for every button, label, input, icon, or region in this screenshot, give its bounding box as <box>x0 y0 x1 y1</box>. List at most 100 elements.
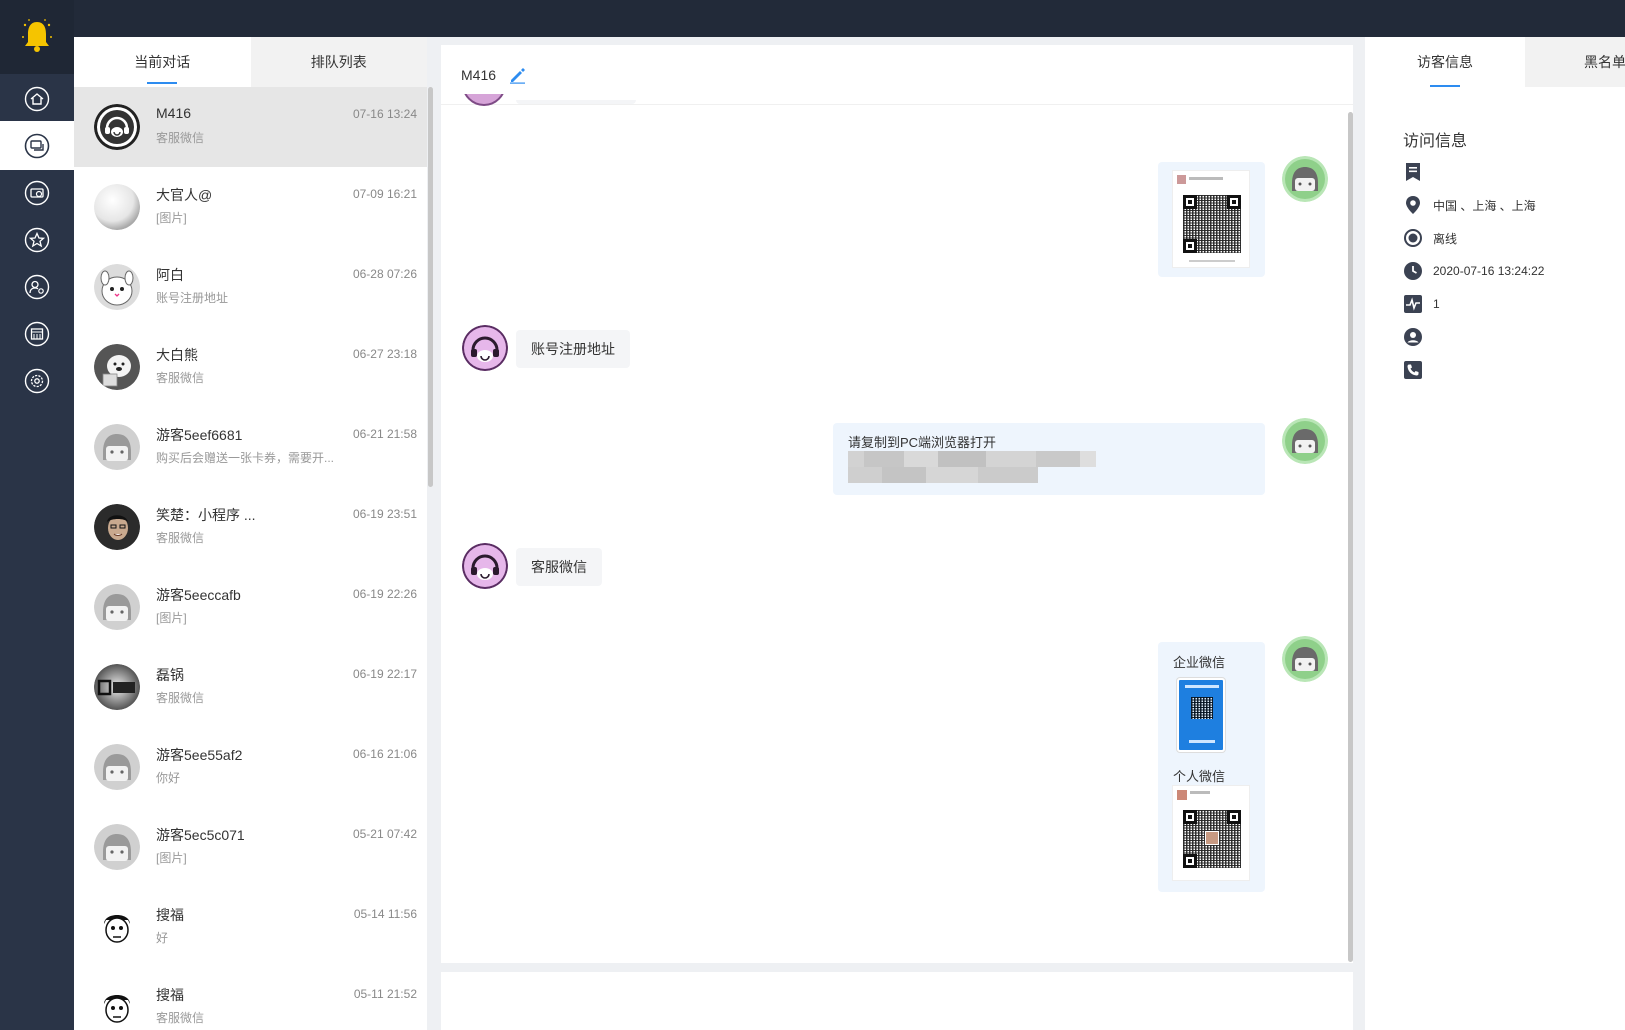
tab-visitor-info[interactable]: 访客信息 <box>1365 37 1525 87</box>
status-icon <box>1404 229 1422 247</box>
conversation-time: 07-16 13:24 <box>352 107 417 121</box>
conversation-preview: 客服微信 <box>156 691 205 705</box>
nav-chat[interactable] <box>0 121 74 170</box>
message-input-area[interactable] <box>441 972 1353 1030</box>
conversation-time: 06-27 23:18 <box>352 347 417 361</box>
chat-header: M416 <box>441 45 1353 105</box>
conversation-item[interactable]: 搜福 05-11 21:52 客服微信 <box>74 967 427 1030</box>
conversation-preview: 你好 <box>156 771 181 785</box>
avatar <box>94 104 140 150</box>
blur-block <box>904 451 938 467</box>
message-bubble-outgoing-cards[interactable]: 企业微信 个人微信 <box>1158 642 1265 892</box>
conversation-time: 06-19 22:17 <box>352 667 417 681</box>
message-avatar-partial <box>462 94 506 106</box>
conversation-preview: 客服微信 <box>156 131 205 145</box>
enterprise-wechat-qr <box>1177 678 1225 752</box>
info-row-user <box>1403 326 1423 348</box>
qr-finder <box>1227 810 1241 824</box>
avatar <box>94 184 140 230</box>
conversation-name: M416 <box>156 105 192 121</box>
user-settings-icon <box>24 274 50 299</box>
qr-header-bar <box>1190 791 1210 794</box>
conversation-time: 05-21 07:42 <box>352 827 417 841</box>
conversation-item[interactable]: 笑楚：小程序 ... 06-19 23:51 客服微信 <box>74 487 427 567</box>
edit-icon[interactable] <box>509 67 526 84</box>
message-image-qr[interactable] <box>1158 162 1265 277</box>
conversation-name: 阿白 <box>156 267 184 283</box>
blurred-link <box>848 451 1096 483</box>
conversation-name: 游客5ec5c071 <box>156 827 245 843</box>
star-icon <box>24 227 50 252</box>
customer-avatar <box>462 325 508 371</box>
conversation-preview: [图片] <box>156 611 187 625</box>
chat-icon <box>24 133 50 158</box>
personal-wechat-qr <box>1172 785 1250 881</box>
card-label: 企业微信 <box>1173 655 1226 670</box>
conversation-item[interactable]: 游客5ee55af2 06-16 21:06 你好 <box>74 727 427 807</box>
conversation-time: 06-16 21:06 <box>352 747 417 761</box>
qr-finder <box>1183 810 1197 824</box>
nav-visitors[interactable] <box>0 262 74 311</box>
message-text: 请复制到PC端浏览器打开 <box>848 435 997 450</box>
conversation-preview: 账号注册地址 <box>156 291 229 305</box>
home-icon <box>24 86 50 111</box>
visit-count-text: 1 <box>1433 297 1440 311</box>
tab-queue-list[interactable]: 排队列表 <box>250 37 427 87</box>
conversation-item[interactable]: 磊锅 06-19 22:17 客服微信 <box>74 647 427 727</box>
qr-pattern <box>1191 697 1213 719</box>
blur-block <box>978 467 1038 483</box>
agent-avatar <box>1282 636 1328 682</box>
conversation-item[interactable]: 游客5eef6681 06-21 21:58 购买后会赠送一张卡券，需要开... <box>74 407 427 487</box>
visit-info-title: 访问信息 <box>1403 133 1468 150</box>
avatar <box>94 744 140 790</box>
visitor-panel: 访客信息 黑名单 访问信息 中国 、上海 、上海 离线 2020-07-16 1… <box>1365 37 1625 1030</box>
nav-favorites[interactable] <box>0 215 74 264</box>
conversation-time: 06-19 22:26 <box>352 587 417 601</box>
chat-scrollbar[interactable] <box>1348 112 1353 962</box>
top-bar <box>0 0 1625 37</box>
conversation-item[interactable]: 游客5eeccafb 06-19 22:26 [图片] <box>74 567 427 647</box>
tab-current-conversations[interactable]: 当前对话 <box>74 37 251 87</box>
message-bubble-incoming: 账号注册地址 <box>516 330 630 368</box>
clock-icon <box>1404 262 1422 280</box>
phone-icon <box>1404 361 1422 379</box>
conversation-preview: [图片] <box>156 851 187 865</box>
conversation-item[interactable]: 游客5ec5c071 05-21 07:42 [图片] <box>74 807 427 887</box>
calendar-icon <box>24 321 50 346</box>
agent-avatar <box>1282 156 1328 202</box>
qr-finder <box>1183 195 1197 209</box>
conversation-item[interactable]: 大官人@ 07-09 16:21 [图片] <box>74 167 427 247</box>
info-row-status: 离线 <box>1403 227 1457 249</box>
nav-settings[interactable] <box>0 356 74 405</box>
blur-block <box>1036 451 1080 467</box>
avatar <box>94 984 140 1030</box>
nav-history[interactable] <box>0 168 74 217</box>
qr-finder <box>1227 195 1241 209</box>
conversation-list-scrollbar[interactable] <box>428 87 433 487</box>
conversation-time: 06-21 21:58 <box>352 427 417 441</box>
left-navigation <box>0 0 74 1030</box>
chat-window: M416 账号注册地址 请复制到PC端浏览器打开 客服微信 企业微信 个人微信 <box>441 45 1353 963</box>
qr-finder <box>1183 854 1197 868</box>
avatar <box>94 264 140 310</box>
nav-home[interactable] <box>0 74 74 123</box>
avatar <box>94 584 140 630</box>
conversation-item[interactable]: 搜福 05-14 11:56 好 <box>74 887 427 967</box>
conversation-item[interactable]: 大白熊 06-27 23:18 客服微信 <box>74 327 427 407</box>
nav-calendar[interactable] <box>0 309 74 358</box>
conversation-item[interactable]: 阿白 06-28 07:26 账号注册地址 <box>74 247 427 327</box>
qr-finder <box>1183 239 1197 253</box>
history-icon <box>24 180 50 205</box>
qr-header-avatar <box>1177 790 1187 800</box>
info-row-phone <box>1403 359 1423 381</box>
gear-icon <box>24 368 50 393</box>
conversation-time: 06-19 23:51 <box>352 507 417 521</box>
conversation-preview: 好 <box>156 931 169 945</box>
blur-block <box>986 451 1036 467</box>
conversation-item[interactable]: M416 07-16 13:24 客服微信 <box>74 87 427 167</box>
qr-code-image <box>1172 170 1250 268</box>
qr-header-bar <box>1189 177 1223 180</box>
blur-block <box>848 467 882 483</box>
message-bubble-outgoing[interactable]: 请复制到PC端浏览器打开 <box>833 423 1265 495</box>
tab-blacklist[interactable]: 黑名单 <box>1525 37 1625 87</box>
